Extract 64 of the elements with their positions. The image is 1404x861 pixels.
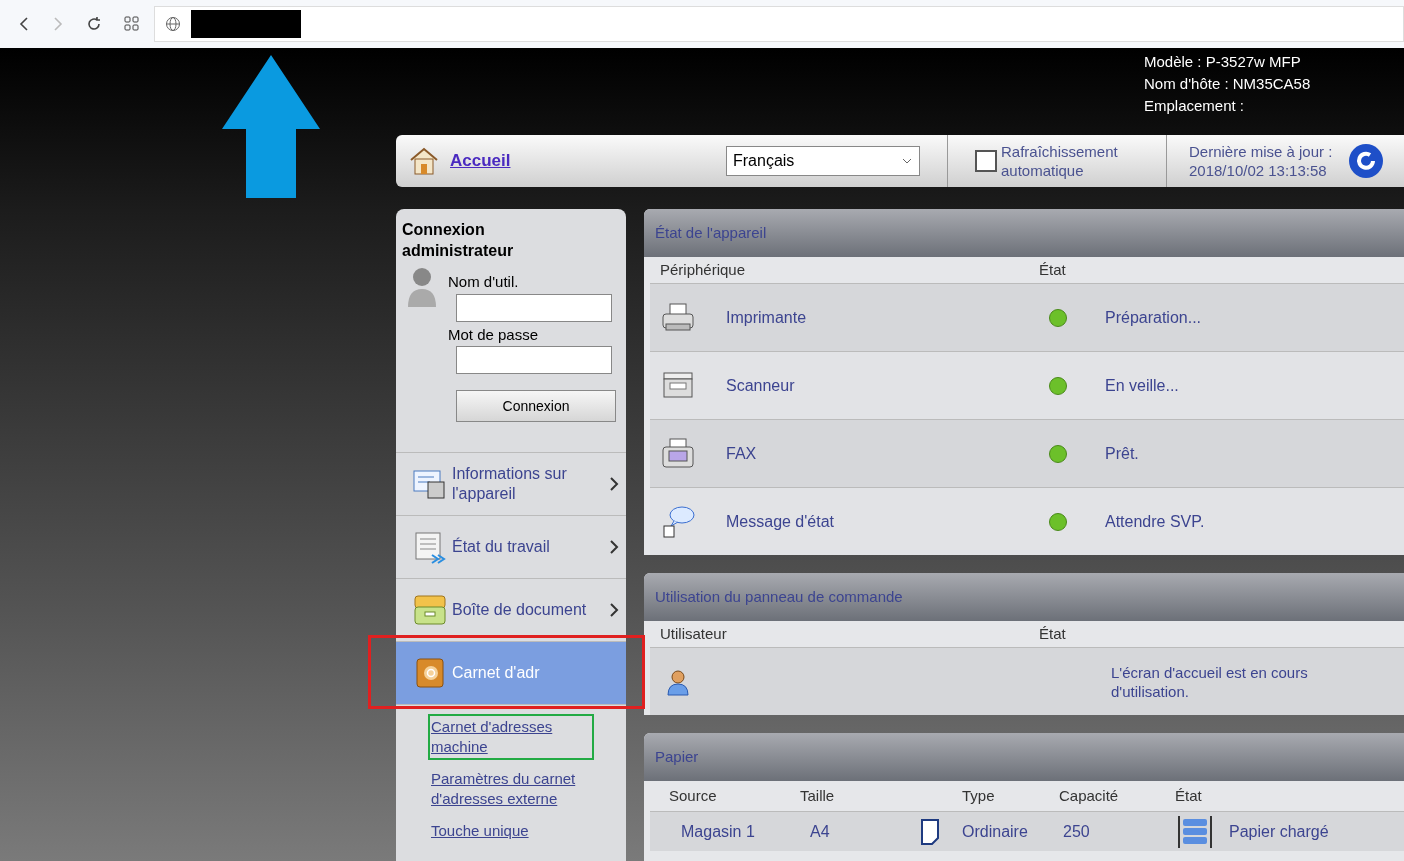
- column-header: État: [1039, 623, 1067, 644]
- reload-icon[interactable]: [86, 16, 102, 32]
- chevron-right-icon: [608, 602, 620, 618]
- refresh-icon[interactable]: [1348, 143, 1385, 179]
- login-button[interactable]: Connexion: [456, 390, 616, 422]
- home-link[interactable]: Accueil: [450, 148, 511, 174]
- sub-nav-link[interactable]: Carnet d'adresses machine: [431, 717, 591, 757]
- paper-stack-icon: [1177, 815, 1213, 848]
- column-header: Utilisateur: [660, 623, 728, 644]
- house-icon: [408, 145, 440, 177]
- sub-nav-link[interactable]: Touche unique: [431, 821, 591, 841]
- address-bar[interactable]: [154, 6, 1404, 42]
- device-name: Scanneur: [726, 375, 796, 396]
- paper-capacity: 250: [1062, 821, 1091, 842]
- column-header: Périphérique: [660, 259, 747, 280]
- last-update-text: 2018/10/02 13:13:58: [1189, 161, 1328, 180]
- password-field[interactable]: [456, 346, 612, 374]
- paper-size: A4: [810, 821, 831, 842]
- paper-sheet-icon: [920, 817, 940, 846]
- chevron-down-icon: [901, 157, 913, 165]
- auto-refresh-checkbox[interactable]: [975, 150, 997, 172]
- sub-nav-link[interactable]: Paramètres du carnet d'adresses externe: [431, 769, 591, 809]
- paper-source: Magasin 1: [681, 821, 756, 842]
- panel-header: Utilisation du panneau de commande: [644, 573, 1404, 621]
- device-name: Imprimante: [726, 307, 808, 328]
- password-label: Mot de passe: [448, 324, 540, 345]
- paper-status: Papier chargé: [1229, 821, 1330, 842]
- globe-icon: [165, 16, 181, 32]
- language-select[interactable]: Français: [726, 146, 920, 176]
- device-status-text: En veille...: [1105, 375, 1180, 396]
- login-title: Connexion administrateur: [401, 220, 515, 261]
- chevron-right-icon: [608, 539, 620, 555]
- user-silhouette-icon: [406, 265, 438, 309]
- nav-item[interactable]: Informations sur l'appareil: [396, 453, 626, 516]
- column-header: État: [1039, 259, 1067, 280]
- paper-type: Ordinaire: [962, 821, 1029, 842]
- column-header: Source: [669, 785, 718, 806]
- usage-status-text: L'écran d'accueil est en cours d'utilisation.: [1111, 662, 1309, 701]
- column-header: Capacité: [1059, 785, 1120, 806]
- device-info-text: Modèle : P-3527w MFP: [1144, 52, 1302, 72]
- user-icon: [666, 667, 690, 696]
- nav-item[interactable]: État du travail: [396, 516, 626, 579]
- device-name: FAX: [726, 443, 758, 464]
- device-status-text: Attendre SVP.: [1105, 511, 1206, 532]
- panel-header: État de l'appareil: [644, 209, 1404, 257]
- device-info-text: Nom d'hôte : NM35CA58: [1144, 74, 1312, 94]
- last-update-text: Dernière mise à jour :: [1189, 142, 1333, 161]
- column-header: Type: [962, 785, 996, 806]
- username-label: Nom d'util.: [448, 272, 520, 292]
- panel-header: Papier: [644, 733, 1404, 781]
- username-field[interactable]: [456, 293, 612, 322]
- device-status-text: Prêt.: [1105, 443, 1140, 464]
- back-icon[interactable]: [18, 16, 30, 32]
- device-info-text: Emplacement :: [1144, 96, 1246, 116]
- device-status-text: Préparation...: [1105, 307, 1203, 328]
- document-box-icon: [412, 592, 448, 628]
- document-stack-icon: [412, 529, 448, 565]
- auto-refresh-label: Rafraîchissement automatique: [1001, 142, 1119, 180]
- chevron-right-icon: [608, 476, 620, 492]
- column-header: Taille: [800, 785, 836, 806]
- speech-bubble-icon: [660, 503, 696, 540]
- grid-icon[interactable]: [124, 16, 140, 32]
- device-name: Message d'état: [726, 511, 835, 532]
- column-header: État: [1175, 785, 1203, 806]
